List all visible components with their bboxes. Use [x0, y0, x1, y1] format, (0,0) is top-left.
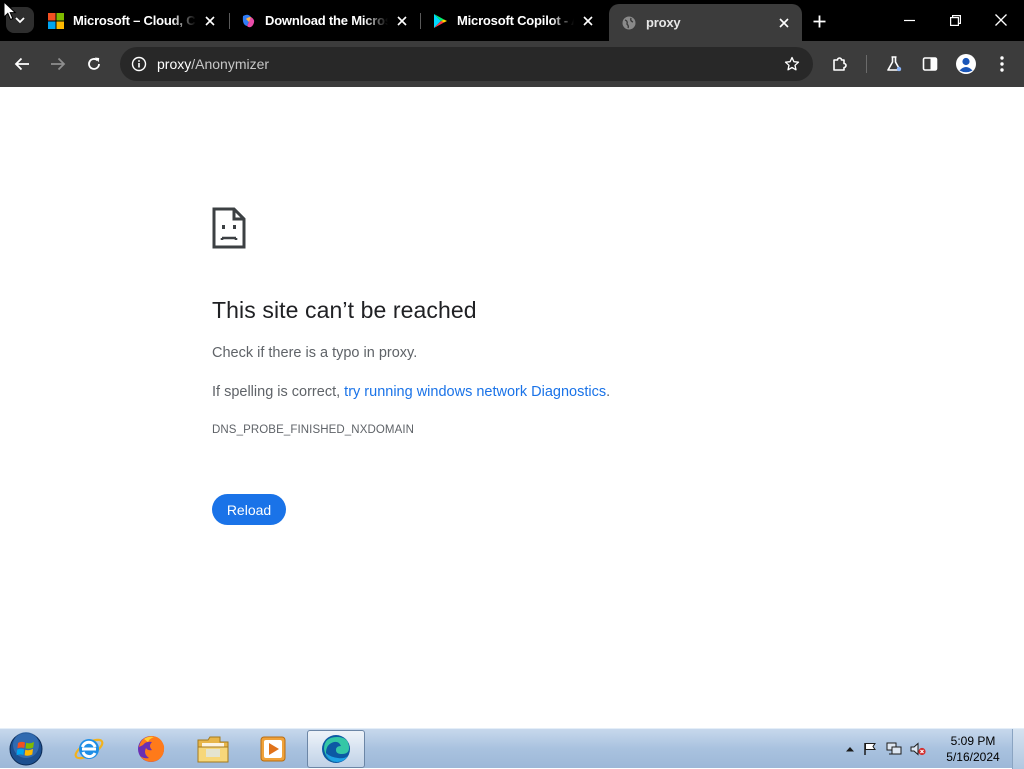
reload-button[interactable]: Reload	[212, 494, 286, 525]
browser-menu-button[interactable]	[986, 48, 1018, 80]
taskbar-clock[interactable]: 5:09 PM 5/16/2024	[940, 733, 1006, 765]
minimize-icon	[903, 19, 915, 21]
tab-strip: Microsoft – Cloud, Co Download the Micro…	[0, 0, 1024, 41]
volume-muted-icon[interactable]	[906, 742, 930, 756]
tab-title: Microsoft Copilot - Ap	[457, 13, 574, 28]
taskbar-internet-explorer[interactable]	[60, 730, 118, 768]
tab-close-icon[interactable]	[774, 13, 794, 33]
globe-icon	[621, 15, 637, 31]
toolbar-divider	[866, 55, 867, 73]
windows-start-orb-icon	[9, 732, 43, 766]
side-panel-button[interactable]	[914, 48, 946, 80]
profile-button[interactable]	[950, 48, 982, 80]
error-title: This site can’t be reached	[212, 297, 477, 323]
forward-button[interactable]	[42, 48, 74, 80]
file-explorer-icon	[197, 736, 229, 763]
back-arrow-icon	[14, 57, 29, 71]
edge-icon	[322, 735, 350, 763]
bookmark-star-icon[interactable]	[779, 51, 805, 77]
taskbar-edge[interactable]	[307, 730, 365, 768]
puzzle-piece-icon	[833, 57, 847, 71]
taskbar-file-explorer[interactable]	[184, 730, 242, 768]
microsoft-logo-icon	[48, 12, 64, 29]
page-content: This site can’t be reached Check if ther…	[0, 87, 1024, 728]
start-button[interactable]	[6, 731, 46, 767]
mouse-cursor-icon	[3, 1, 17, 21]
clock-time: 5:09 PM	[950, 734, 996, 748]
tab-title: proxy	[646, 15, 681, 30]
clock-date: 5/16/2024	[946, 750, 1000, 764]
tab-title: Download the Microsof	[265, 13, 388, 28]
flask-icon	[887, 56, 902, 72]
diagnostics-suffix: .	[606, 384, 611, 400]
restore-icon	[949, 14, 961, 26]
show-hidden-icons-icon[interactable]	[842, 746, 858, 752]
google-play-icon	[432, 13, 448, 29]
media-player-icon	[260, 736, 286, 762]
address-path: /Anonymizer	[191, 56, 270, 72]
taskbar-media-player[interactable]	[244, 730, 302, 768]
close-icon	[995, 14, 1007, 26]
tab-proxy[interactable]: proxy	[609, 4, 802, 41]
close-window-button[interactable]	[978, 4, 1024, 36]
tab-download-copilot[interactable]: Download the Microsof	[228, 4, 420, 37]
three-dots-vertical-icon	[1000, 56, 1004, 72]
new-tab-button[interactable]	[807, 9, 831, 33]
network-diagnostics-link[interactable]: try running windows network Diagnostics	[344, 384, 606, 400]
sad-page-icon	[212, 207, 246, 249]
plus-icon	[813, 15, 825, 27]
firefox-icon	[138, 736, 165, 762]
typo-hint: Check if there is a typo in proxy.	[212, 345, 418, 361]
side-panel-icon	[922, 57, 938, 71]
extensions-button[interactable]	[824, 48, 856, 80]
site-info-icon[interactable]	[126, 51, 152, 77]
windows-taskbar: 5:09 PM 5/16/2024	[0, 728, 1024, 769]
tab-close-icon[interactable]	[200, 11, 220, 31]
show-desktop-button[interactable]	[1012, 729, 1024, 769]
labs-button[interactable]	[878, 48, 910, 80]
profile-avatar-icon	[956, 54, 976, 74]
system-tray	[842, 729, 930, 769]
tab-close-icon[interactable]	[578, 11, 598, 31]
address-host: proxy	[157, 56, 192, 72]
action-center-flag-icon[interactable]	[858, 742, 882, 756]
error-code: DNS_PROBE_FINISHED_NXDOMAIN	[212, 424, 415, 436]
reload-toolbar-button[interactable]	[78, 48, 110, 80]
address-bar[interactable]: proxy/Anonymizer	[120, 47, 813, 81]
taskbar-firefox[interactable]	[122, 730, 180, 768]
copilot-icon	[240, 13, 256, 29]
minimize-button[interactable]	[886, 4, 932, 36]
refresh-icon	[88, 57, 100, 70]
tab-microsoft-cloud[interactable]: Microsoft – Cloud, Co	[36, 4, 228, 37]
restore-button[interactable]	[932, 4, 978, 36]
browser-toolbar: proxy/Anonymizer	[0, 41, 1024, 87]
diagnostics-hint: If spelling is correct, try running wind…	[212, 384, 610, 400]
network-icon[interactable]	[882, 742, 906, 756]
back-button[interactable]	[6, 48, 38, 80]
tab-copilot-apps[interactable]: Microsoft Copilot - Ap	[420, 4, 606, 37]
forward-arrow-icon	[51, 57, 66, 71]
address-text[interactable]: proxy/Anonymizer	[157, 56, 269, 72]
tab-title: Microsoft – Cloud, Co	[73, 13, 196, 28]
internet-explorer-icon	[74, 738, 104, 760]
diagnostics-prefix: If spelling is correct,	[212, 384, 345, 400]
tab-close-icon[interactable]	[392, 11, 412, 31]
